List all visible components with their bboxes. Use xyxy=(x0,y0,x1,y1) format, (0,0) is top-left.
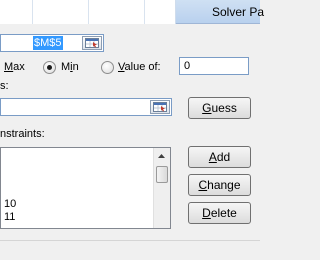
divider xyxy=(0,240,260,241)
value-of-text: alue of: xyxy=(124,61,161,73)
grid-line xyxy=(88,0,89,24)
changing-cells-label: s: xyxy=(0,80,9,92)
value-of-radio[interactable] xyxy=(101,61,114,74)
range-select-icon xyxy=(85,38,99,48)
guess-text: uess xyxy=(211,101,237,115)
change-button[interactable]: Change xyxy=(188,174,251,196)
constraints-label: nstraints: xyxy=(0,128,45,140)
add-text: dd xyxy=(216,150,231,164)
changing-cells-field[interactable] xyxy=(0,98,172,116)
guess-button[interactable]: Guess xyxy=(188,97,251,119)
constraints-list[interactable] xyxy=(0,147,171,229)
max-label-mnemonic: M xyxy=(4,61,14,73)
spreadsheet-backdrop xyxy=(0,0,176,24)
value-of-label[interactable]: Value of: xyxy=(118,61,161,74)
max-label-text: ax xyxy=(13,61,25,73)
change-mnemonic: C xyxy=(198,178,208,192)
scroll-up-button[interactable] xyxy=(153,148,170,164)
dialog-title: Solver Pa xyxy=(212,5,265,19)
constraint-item[interactable]: 11 xyxy=(4,211,15,223)
delete-text: elete xyxy=(210,206,237,220)
add-button[interactable]: Add xyxy=(188,146,251,168)
min-label-suffix: n xyxy=(72,61,79,73)
change-text: hange xyxy=(207,178,241,192)
min-radio[interactable] xyxy=(43,61,56,74)
changing-cells-range-button[interactable] xyxy=(150,100,170,114)
delete-mnemonic: D xyxy=(202,206,211,220)
arrow-up-icon xyxy=(158,154,165,158)
min-label[interactable]: Min xyxy=(61,61,79,74)
delete-button[interactable]: Delete xyxy=(188,202,251,224)
range-select-icon xyxy=(153,102,167,112)
objective-range-button[interactable] xyxy=(82,36,102,50)
scroll-thumb[interactable] xyxy=(156,166,168,183)
value-of-input[interactable]: 0 xyxy=(179,57,249,75)
constraint-item[interactable]: 10 xyxy=(4,198,16,210)
max-label[interactable]: Max xyxy=(4,61,25,74)
grid-line xyxy=(144,0,145,24)
grid-line xyxy=(32,0,33,24)
radio-selected-dot xyxy=(47,65,52,70)
add-mnemonic: A xyxy=(208,150,217,164)
min-label-prefix: M xyxy=(61,61,71,73)
set-objective-value: $M$5 xyxy=(33,36,63,50)
